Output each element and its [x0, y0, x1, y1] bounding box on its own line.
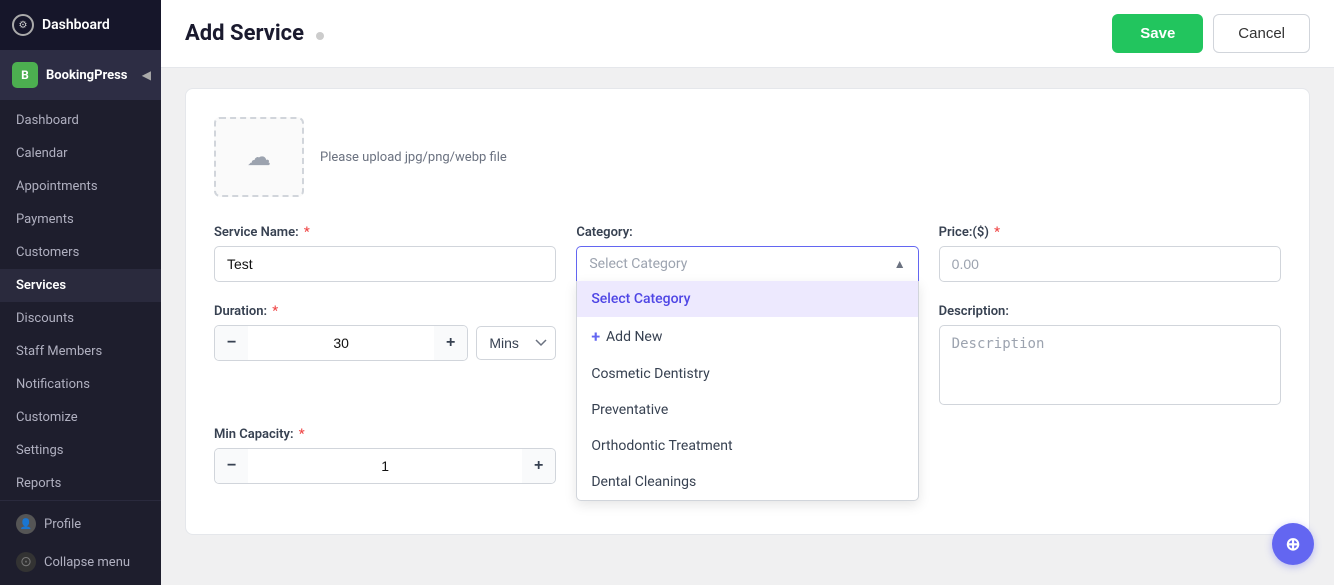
- page-title: Add Service: [185, 21, 304, 46]
- duration-decrement-button[interactable]: −: [215, 326, 248, 360]
- category-option-dental[interactable]: Dental Cleanings: [577, 464, 917, 500]
- option-label: Cosmetic Dentistry: [591, 366, 709, 382]
- sidebar-item-discounts[interactable]: Discounts: [0, 302, 161, 335]
- sidebar-item-appointments[interactable]: Appointments: [0, 170, 161, 203]
- required-marker: *: [296, 427, 305, 442]
- sidebar: ⚙ Dashboard B BookingPress ◀ DashboardCa…: [0, 0, 161, 585]
- collapse-label: Collapse menu: [44, 555, 130, 570]
- description-textarea[interactable]: [939, 325, 1281, 405]
- sidebar-item-services[interactable]: Services: [0, 269, 161, 302]
- option-label: Select Category: [591, 291, 690, 307]
- header-actions: Save Cancel: [1112, 14, 1310, 53]
- sidebar-item-calendar[interactable]: Calendar: [0, 137, 161, 170]
- category-option-orthodontic[interactable]: Orthodontic Treatment: [577, 428, 917, 464]
- dashboard-icon: ⚙: [12, 14, 34, 36]
- dropdown-arrow-icon: ▲: [894, 257, 906, 271]
- category-selected-value: Select Category: [589, 256, 687, 272]
- sidebar-item-customers[interactable]: Customers: [0, 236, 161, 269]
- sidebar-dashboard-header[interactable]: ⚙ Dashboard: [0, 0, 161, 50]
- min-capacity-value-input[interactable]: [248, 458, 522, 474]
- description-group: Description:: [939, 304, 1281, 405]
- sidebar-item-payments[interactable]: Payments: [0, 203, 161, 236]
- category-group: Category: Select Category ▲ Select Categ…: [576, 225, 918, 281]
- category-label: Category:: [576, 225, 918, 240]
- sidebar-footer: 👤 Profile ⊙ Collapse menu: [0, 500, 161, 585]
- upload-icon: ☁: [247, 143, 271, 171]
- min-capacity-stepper: − +: [214, 448, 556, 484]
- category-option-preventative[interactable]: Preventative: [577, 392, 917, 428]
- service-name-group: Service Name: *: [214, 225, 556, 282]
- duration-stepper-group: − + Mins Hours: [214, 325, 556, 361]
- brand-bar[interactable]: B BookingPress ◀: [0, 50, 161, 100]
- category-option-select[interactable]: Select Category: [577, 281, 917, 317]
- profile-icon: 👤: [16, 514, 36, 534]
- page-header: Add Service Save Cancel: [161, 0, 1334, 68]
- min-capacity-group: Min Capacity: * − +: [214, 427, 556, 484]
- category-dropdown-menu: Select Category + Add New Cosmetic Denti…: [576, 281, 918, 501]
- category-option-cosmetic[interactable]: Cosmetic Dentistry: [577, 356, 917, 392]
- description-label: Description:: [939, 304, 1281, 319]
- sidebar-nav: DashboardCalendarAppointmentsPaymentsCus…: [0, 100, 161, 500]
- sidebar-item-profile[interactable]: 👤 Profile: [0, 505, 161, 543]
- category-dropdown-wrapper: Select Category ▲ Select Category + Add …: [576, 246, 918, 281]
- brand-arrow-icon: ◀: [142, 68, 151, 82]
- main-content: Add Service Save Cancel ☁ Please upload …: [161, 0, 1334, 585]
- price-group: Price:($) *: [939, 225, 1281, 282]
- category-dropdown-trigger[interactable]: Select Category ▲: [576, 246, 918, 281]
- required-marker: *: [991, 225, 1000, 240]
- sidebar-item-dashboard[interactable]: Dashboard: [0, 104, 161, 137]
- option-label: Preventative: [591, 402, 668, 418]
- category-option-add-new[interactable]: + Add New: [577, 317, 917, 356]
- duration-increment-button[interactable]: +: [434, 326, 467, 360]
- sidebar-item-reports[interactable]: Reports: [0, 467, 161, 500]
- service-name-input[interactable]: [214, 246, 556, 282]
- sidebar-item-customize[interactable]: Customize: [0, 401, 161, 434]
- save-button[interactable]: Save: [1112, 14, 1203, 53]
- upload-section: ☁ Please upload jpg/png/webp file: [214, 117, 1281, 197]
- cancel-button[interactable]: Cancel: [1213, 14, 1310, 53]
- min-capacity-label: Min Capacity: *: [214, 427, 556, 442]
- upload-box[interactable]: ☁: [214, 117, 304, 197]
- header-dot: [316, 32, 324, 40]
- add-new-label: Add New: [606, 329, 662, 345]
- service-name-label: Service Name: *: [214, 225, 556, 240]
- support-fab-button[interactable]: ⊕: [1272, 523, 1314, 565]
- sidebar-item-settings[interactable]: Settings: [0, 434, 161, 467]
- sidebar-item-notifications[interactable]: Notifications: [0, 368, 161, 401]
- form-area: ☁ Please upload jpg/png/webp file Servic…: [161, 68, 1334, 585]
- price-label: Price:($) *: [939, 225, 1281, 240]
- support-icon: ⊕: [1285, 534, 1300, 555]
- min-capacity-increment-button[interactable]: +: [522, 449, 555, 483]
- upload-hint: Please upload jpg/png/webp file: [320, 150, 507, 165]
- duration-unit-select[interactable]: Mins Hours: [476, 326, 556, 360]
- sidebar-dashboard-title: Dashboard: [42, 17, 110, 33]
- option-label: Orthodontic Treatment: [591, 438, 732, 454]
- min-capacity-decrement-button[interactable]: −: [215, 449, 248, 483]
- duration-group: Duration: * − + Mins Hours: [214, 304, 556, 361]
- option-label: Dental Cleanings: [591, 474, 696, 490]
- duration-label: Duration: *: [214, 304, 556, 319]
- sidebar-collapse-menu[interactable]: ⊙ Collapse menu: [0, 543, 161, 581]
- brand-icon: B: [12, 62, 38, 88]
- duration-stepper: − +: [214, 325, 468, 361]
- required-marker: *: [301, 225, 310, 240]
- page-title-wrapper: Add Service: [185, 21, 324, 46]
- brand-title: BookingPress: [46, 68, 127, 83]
- profile-label: Profile: [44, 517, 81, 532]
- sidebar-item-staff-members[interactable]: Staff Members: [0, 335, 161, 368]
- plus-icon: +: [591, 327, 600, 346]
- price-input[interactable]: [939, 246, 1281, 282]
- form-card: ☁ Please upload jpg/png/webp file Servic…: [185, 88, 1310, 535]
- duration-value-input[interactable]: [248, 335, 434, 351]
- required-marker: *: [269, 304, 278, 319]
- form-row-1: Service Name: * Category: Select Categor…: [214, 225, 1281, 282]
- collapse-icon: ⊙: [16, 552, 36, 572]
